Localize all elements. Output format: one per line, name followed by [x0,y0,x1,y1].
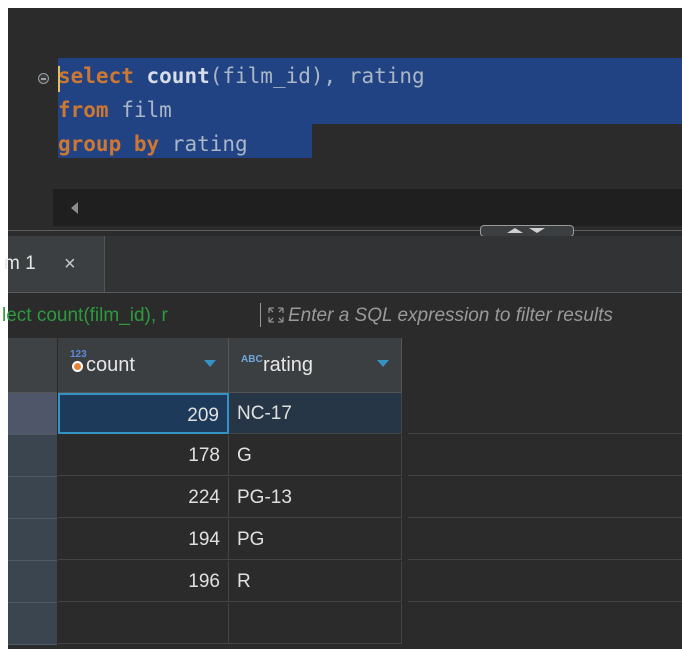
code-line-2-rest: film [108,98,172,122]
cell-count-2[interactable]: 178 [58,435,229,476]
row-number-3[interactable] [8,477,57,519]
code-line-1: select count(film_id), rating [58,60,425,92]
results-tab-bar: m 1 × [4,236,682,293]
chevron-up-icon[interactable] [507,228,523,233]
scroll-left-icon[interactable] [71,202,78,214]
cell-count-5[interactable]: 196 [58,561,229,602]
cell-rating-4[interactable]: PG [229,519,402,560]
panel-splitter[interactable] [8,225,682,237]
cell-rating-3[interactable]: PG-13 [229,477,402,518]
text-type-icon: ABC [241,354,263,365]
code-line-3-rest: rating [159,132,248,156]
row-number-4[interactable] [8,519,57,561]
filter-bar: lect count(film_id), r [2,292,682,339]
cell-count-1[interactable]: 209 [58,393,229,434]
row-filler-1 [408,393,682,434]
close-icon[interactable]: × [64,236,76,292]
keyword-from: from [58,98,109,122]
filter-expand-icon[interactable] [266,305,286,325]
splitter-line [8,230,682,231]
row-filler-5 [408,561,682,602]
key-dot-icon [72,361,83,372]
function-count: count [146,64,210,88]
cell-rating-2[interactable]: G [229,435,402,476]
row-number-1[interactable] [8,393,57,435]
sql-editor[interactable]: select count(film_id), rating from film … [8,8,682,234]
code-line-1-rest: (film_id), rating [209,64,425,88]
row-filler-3 [408,477,682,518]
cell-count-3[interactable]: 224 [58,477,229,518]
filter-query-label: lect count(film_id), r [2,305,168,326]
row-filler-4 [408,519,682,560]
cell-empty-rating [229,603,402,644]
code-line-2: from film [58,94,172,126]
filter-separator [260,303,261,327]
cell-rating-1[interactable]: NC-17 [229,393,402,434]
sort-dropdown-icon[interactable] [204,360,216,367]
cell-rating-5[interactable]: R [229,561,402,602]
keyword-select: select [58,64,134,88]
numeric-type-icon: 123 [70,349,87,360]
row-number-5[interactable] [8,561,57,603]
column-label-count: count [86,354,135,376]
column-header-count[interactable]: 123 count [58,338,229,393]
code-line-3: group by rating [58,128,248,160]
filter-input[interactable] [288,293,682,339]
column-label-rating: rating [263,354,314,376]
sort-dropdown-icon[interactable] [377,360,389,367]
cell-count-4[interactable]: 194 [58,519,229,560]
row-number-empty [8,603,57,645]
tab-results[interactable]: m 1 × [4,236,105,292]
horizontal-scrollbar[interactable] [53,189,682,227]
cell-empty-count [58,603,229,644]
tab-label: m 1 [4,253,36,274]
gutter-collapse-icon[interactable] [38,73,49,84]
keyword-group-by: group by [58,132,160,156]
row-number-2[interactable] [8,435,57,477]
column-header-rating[interactable]: ABC rating [229,338,402,393]
chevron-down-icon[interactable] [529,228,545,233]
results-grid: 123 count ABC rating 209 NC-17 178 G 224… [8,338,682,649]
row-header-corner[interactable] [8,338,57,393]
row-filler-2 [408,435,682,476]
